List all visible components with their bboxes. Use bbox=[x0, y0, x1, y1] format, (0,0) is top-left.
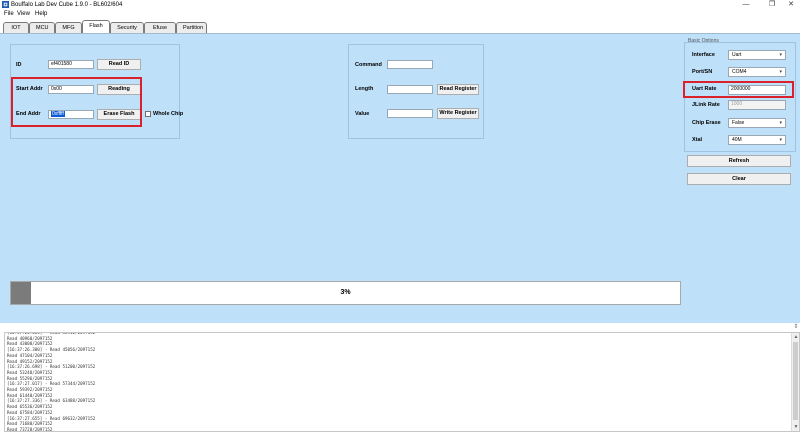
jlink-rate-field[interactable]: 1000 bbox=[728, 100, 786, 110]
id-field[interactable]: ef401580 bbox=[48, 60, 94, 69]
xtal-label: Xtal bbox=[692, 137, 703, 143]
title-bar: Bouffalo Lab Dev Cube 1.9.0 - BL602/604 … bbox=[0, 0, 800, 10]
scroll-up-icon[interactable]: ▲ bbox=[792, 333, 799, 341]
progress-bar: 3% bbox=[10, 281, 681, 305]
chip-erase-value: False bbox=[732, 120, 745, 126]
interface-value: Uart bbox=[732, 52, 742, 58]
tab-iot[interactable]: IOT bbox=[3, 22, 29, 33]
app-window: Bouffalo Lab Dev Cube 1.9.0 - BL602/604 … bbox=[0, 0, 800, 432]
highlight-box-address bbox=[11, 77, 142, 127]
tab-efuse[interactable]: Efuse bbox=[144, 22, 176, 33]
chip-erase-dropdown[interactable]: False ▾ bbox=[728, 118, 786, 128]
menu-view[interactable]: View bbox=[17, 10, 30, 19]
log-line: Read 73728/2097152 bbox=[7, 426, 53, 432]
chip-erase-label: Chip Erase bbox=[692, 120, 721, 126]
read-register-button[interactable]: Read Register bbox=[437, 84, 479, 95]
log-output[interactable]: [16:37:26.064] - Read 38912/2097152 Read … bbox=[4, 332, 800, 432]
progress-label: 3% bbox=[340, 289, 351, 296]
highlight-box-uart-rate bbox=[683, 81, 794, 98]
splitter-icon[interactable]: ⇕ bbox=[792, 323, 800, 331]
chevron-down-icon: ▾ bbox=[779, 137, 782, 143]
tab-flash[interactable]: Flash bbox=[82, 20, 110, 33]
clear-button[interactable]: Clear bbox=[687, 173, 791, 185]
tab-partition[interactable]: Partition bbox=[176, 22, 207, 33]
log-scrollbar[interactable]: ▲ ▼ bbox=[791, 333, 799, 431]
chevron-down-icon: ▾ bbox=[779, 52, 782, 58]
xtal-value: 40M bbox=[732, 137, 742, 143]
chevron-down-icon: ▾ bbox=[779, 69, 782, 75]
refresh-button[interactable]: Refresh bbox=[687, 155, 791, 167]
port-label: Port/SN bbox=[692, 69, 713, 75]
write-register-button[interactable]: Write Register bbox=[437, 108, 479, 119]
interface-dropdown[interactable]: Uart ▾ bbox=[728, 50, 786, 60]
minimize-button[interactable]: — bbox=[735, 0, 757, 10]
chevron-down-icon: ▾ bbox=[779, 120, 782, 126]
length-label: Length bbox=[355, 86, 374, 92]
tab-security[interactable]: Security bbox=[110, 22, 144, 33]
id-label: ID bbox=[16, 62, 22, 68]
jlink-rate-label: JLink Rate bbox=[692, 102, 720, 108]
menu-help[interactable]: Help bbox=[35, 10, 47, 19]
flash-panel: ID ef401580 Read ID Start Addr 0x00 Read… bbox=[0, 33, 800, 323]
scroll-thumb[interactable] bbox=[793, 342, 798, 420]
log-lines: [16:37:26.064] - Read 38912/2097152 Read … bbox=[7, 333, 96, 432]
value-field[interactable] bbox=[387, 109, 433, 118]
read-id-button[interactable]: Read ID bbox=[97, 59, 141, 70]
menu-bar: File View Help bbox=[0, 10, 800, 19]
whole-chip-label: Whole Chip bbox=[153, 111, 184, 117]
port-value: COM4 bbox=[732, 69, 747, 75]
menu-file[interactable]: File bbox=[4, 10, 14, 19]
close-button[interactable]: ✕ bbox=[780, 0, 800, 10]
value-label: Value bbox=[355, 111, 370, 117]
app-logo-icon bbox=[2, 1, 9, 8]
scroll-down-icon[interactable]: ▼ bbox=[792, 423, 799, 431]
command-label: Command bbox=[355, 62, 382, 68]
tab-mcu[interactable]: MCU bbox=[29, 22, 55, 33]
xtal-dropdown[interactable]: 40M ▾ bbox=[728, 135, 786, 145]
tab-mfg[interactable]: MFG bbox=[55, 22, 82, 33]
command-field[interactable] bbox=[387, 60, 433, 69]
whole-chip-checkbox[interactable] bbox=[145, 111, 151, 117]
log-line: [16:37:26.380] - Read 45056/2097152 bbox=[7, 347, 96, 353]
interface-label: Interface bbox=[692, 52, 715, 58]
tab-strip: IOT MCU MFG Flash Security Efuse Partiti… bbox=[0, 19, 800, 33]
length-field[interactable] bbox=[387, 85, 433, 94]
window-title: Bouffalo Lab Dev Cube 1.9.0 - BL602/604 bbox=[11, 2, 123, 8]
port-dropdown[interactable]: COM4 ▾ bbox=[728, 67, 786, 77]
